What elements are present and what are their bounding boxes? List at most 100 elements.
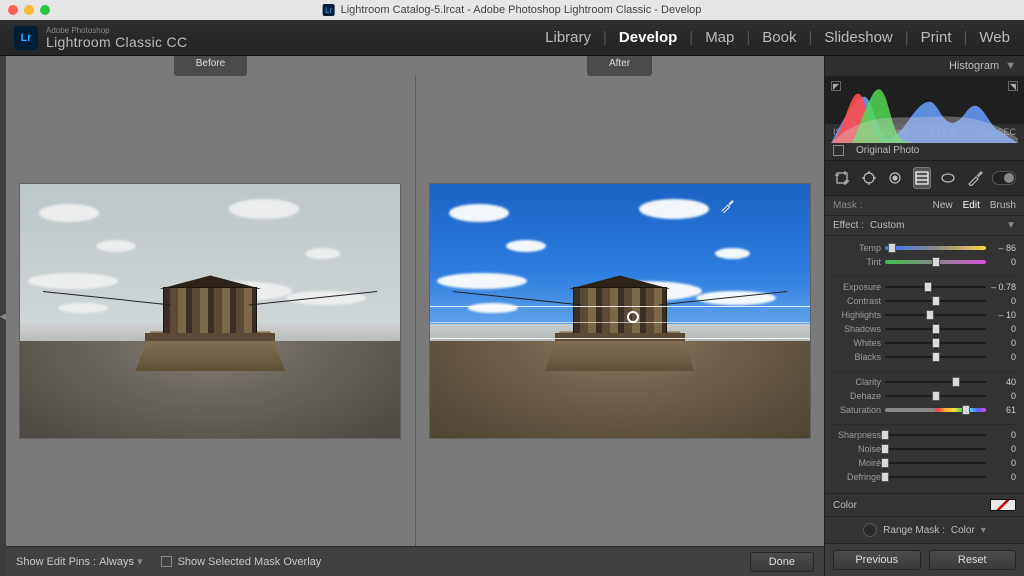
- histogram[interactable]: ◤ ◥: [825, 77, 1024, 123]
- slider-value[interactable]: 0: [990, 430, 1016, 440]
- mask-overlay-label: Show Selected Mask Overlay: [178, 556, 322, 568]
- module-library[interactable]: Library: [545, 29, 591, 46]
- color-swatch[interactable]: [990, 499, 1016, 511]
- slider-track[interactable]: [885, 245, 986, 251]
- slider-thumb[interactable]: [888, 243, 896, 253]
- slider-value[interactable]: 0: [990, 472, 1016, 482]
- original-photo-checkbox[interactable]: [833, 145, 844, 156]
- color-row[interactable]: Color: [825, 493, 1024, 516]
- histogram-header[interactable]: Histogram ▼: [825, 56, 1024, 77]
- window-maximize-button[interactable]: [40, 5, 50, 15]
- slider-thumb[interactable]: [932, 352, 940, 362]
- module-slideshow[interactable]: Slideshow: [824, 29, 892, 46]
- mask-new-tab[interactable]: New: [933, 200, 953, 211]
- slider-thumb[interactable]: [881, 472, 889, 482]
- tool-brush[interactable]: [966, 167, 985, 189]
- slider-value[interactable]: 0: [990, 257, 1016, 267]
- slider-track[interactable]: [885, 354, 986, 360]
- slider-whites[interactable]: Whites0: [833, 336, 1016, 350]
- slider-thumb[interactable]: [932, 391, 940, 401]
- slider-value[interactable]: 40: [990, 377, 1016, 387]
- slider-thumb[interactable]: [932, 324, 940, 334]
- slider-thumb[interactable]: [962, 405, 970, 415]
- slider-value[interactable]: – 10: [990, 310, 1016, 320]
- slider-track[interactable]: [885, 340, 986, 346]
- slider-noise[interactable]: Noise0: [833, 442, 1016, 456]
- slider-track[interactable]: [885, 474, 986, 480]
- slider-exposure[interactable]: Exposure– 0.78: [833, 280, 1016, 294]
- slider-thumb[interactable]: [932, 296, 940, 306]
- slider-sharpness[interactable]: Sharpness0: [833, 428, 1016, 442]
- slider-value[interactable]: – 86: [990, 243, 1016, 253]
- window-close-button[interactable]: [8, 5, 18, 15]
- panel-toggle[interactable]: [992, 171, 1016, 185]
- show-edit-pins-select[interactable]: Always: [99, 556, 134, 568]
- slider-label: Moiré: [833, 458, 881, 468]
- slider-contrast[interactable]: Contrast0: [833, 294, 1016, 308]
- slider-track[interactable]: [885, 393, 986, 399]
- slider-thumb[interactable]: [952, 377, 960, 387]
- slider-blacks[interactable]: Blacks0: [833, 350, 1016, 364]
- slider-track[interactable]: [885, 432, 986, 438]
- slider-value[interactable]: 0: [990, 296, 1016, 306]
- range-mask-dot-icon[interactable]: [863, 523, 877, 537]
- slider-value[interactable]: 0: [990, 324, 1016, 334]
- slider-clarity[interactable]: Clarity40: [833, 375, 1016, 389]
- before-pane[interactable]: [6, 76, 415, 546]
- slider-track[interactable]: [885, 460, 986, 466]
- slider-value[interactable]: 0: [990, 444, 1016, 454]
- show-edit-pins-label: Show Edit Pins :: [16, 556, 96, 568]
- slider-thumb[interactable]: [881, 444, 889, 454]
- slider-track[interactable]: [885, 284, 986, 290]
- slider-thumb[interactable]: [924, 282, 932, 292]
- module-book[interactable]: Book: [762, 29, 796, 46]
- range-mask-row[interactable]: Range Mask : Color ▾: [825, 516, 1024, 543]
- slider-saturation[interactable]: Saturation61: [833, 403, 1016, 417]
- slider-value[interactable]: 0: [990, 391, 1016, 401]
- slider-track[interactable]: [885, 446, 986, 452]
- slider-value[interactable]: – 0.78: [990, 282, 1016, 292]
- slider-track[interactable]: [885, 298, 986, 304]
- slider-thumb[interactable]: [932, 338, 940, 348]
- after-pane[interactable]: [415, 76, 825, 546]
- slider-thumb[interactable]: [881, 430, 889, 440]
- slider-value[interactable]: 0: [990, 352, 1016, 362]
- window-minimize-button[interactable]: [24, 5, 34, 15]
- tool-spot[interactable]: [860, 167, 879, 189]
- module-develop[interactable]: Develop: [619, 29, 677, 46]
- slider-thumb[interactable]: [932, 257, 940, 267]
- slider-track[interactable]: [885, 326, 986, 332]
- slider-value[interactable]: 61: [990, 405, 1016, 415]
- slider-highlights[interactable]: Highlights– 10: [833, 308, 1016, 322]
- tool-radial[interactable]: [939, 167, 958, 189]
- slider-track[interactable]: [885, 312, 986, 318]
- slider-thumb[interactable]: [926, 310, 934, 320]
- previous-button[interactable]: Previous: [833, 550, 921, 570]
- slider-defringe[interactable]: Defringe0: [833, 470, 1016, 484]
- tool-crop[interactable]: [833, 167, 852, 189]
- slider-value[interactable]: 0: [990, 458, 1016, 468]
- mask-brush-tab[interactable]: Brush: [990, 200, 1016, 211]
- reset-button[interactable]: Reset: [929, 550, 1017, 570]
- range-mask-value[interactable]: Color: [951, 525, 975, 536]
- slider-moiré[interactable]: Moiré 0: [833, 456, 1016, 470]
- done-button[interactable]: Done: [750, 552, 814, 572]
- slider-track[interactable]: [885, 379, 986, 385]
- slider-track[interactable]: [885, 407, 986, 413]
- mask-overlay-checkbox[interactable]: [161, 556, 172, 567]
- tool-redeye[interactable]: [886, 167, 905, 189]
- module-map[interactable]: Map: [705, 29, 734, 46]
- slider-dehaze[interactable]: Dehaze0: [833, 389, 1016, 403]
- slider-tint[interactable]: Tint0: [833, 255, 1016, 269]
- slider-value[interactable]: 0: [990, 338, 1016, 348]
- module-print[interactable]: Print: [921, 29, 952, 46]
- effect-value[interactable]: Custom: [870, 220, 904, 231]
- slider-track[interactable]: [885, 259, 986, 265]
- slider-shadows[interactable]: Shadows0: [833, 322, 1016, 336]
- mask-edit-tab[interactable]: Edit: [963, 200, 980, 211]
- slider-thumb[interactable]: [881, 458, 889, 468]
- tool-graduated[interactable]: [913, 167, 932, 189]
- module-web[interactable]: Web: [979, 29, 1010, 46]
- slider-temp[interactable]: Temp– 86: [833, 241, 1016, 255]
- effect-row[interactable]: Effect : Custom ▼: [825, 216, 1024, 236]
